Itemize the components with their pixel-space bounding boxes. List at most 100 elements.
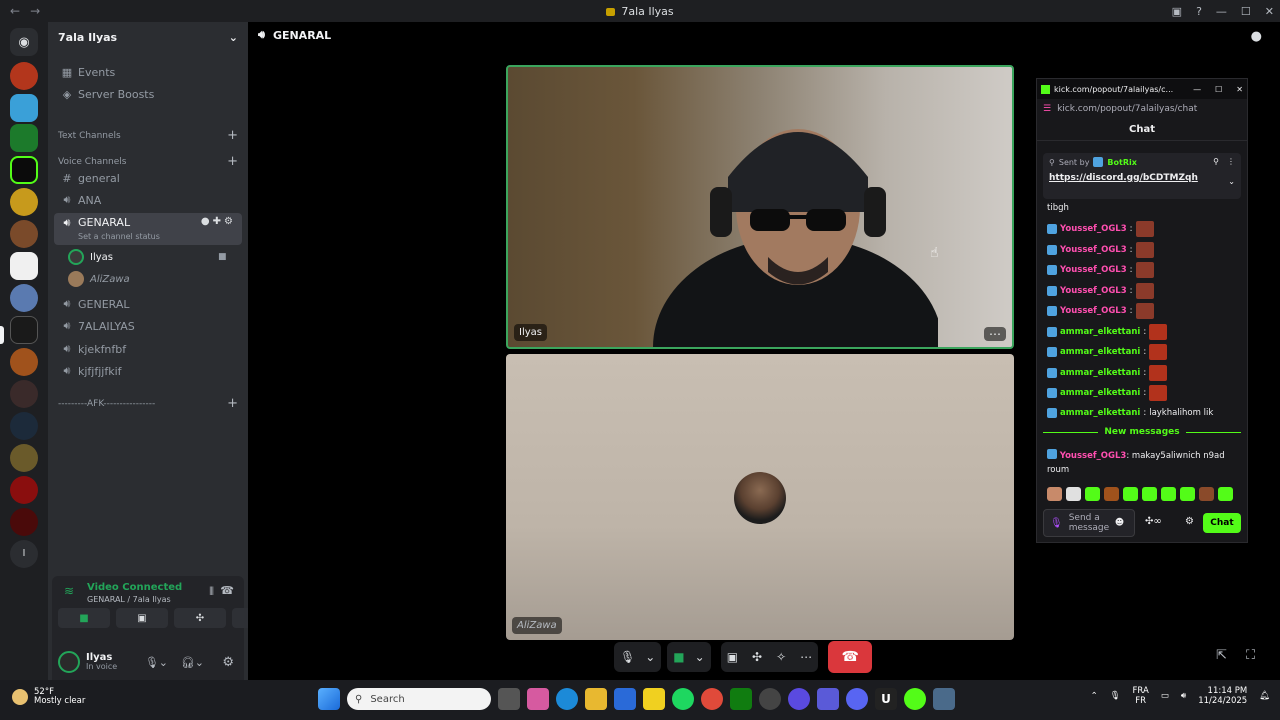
store-icon[interactable]: [614, 688, 636, 710]
copilot-icon[interactable]: [527, 688, 549, 710]
taskbar-search[interactable]: ⚲ Search: [347, 688, 491, 710]
emote-icon[interactable]: [1123, 487, 1138, 501]
chat-message[interactable]: Youssef_OGL3:: [1047, 221, 1154, 237]
events-item[interactable]: ▦ Events: [54, 62, 242, 82]
chat-icon[interactable]: ●: [201, 216, 213, 227]
server-icon[interactable]: [10, 508, 38, 536]
kick-server-icon[interactable]: [10, 156, 38, 184]
chat-message[interactable]: Youssef_OGL3:: [1047, 303, 1154, 319]
headphones-icon[interactable]: 🎧︎⌄: [181, 656, 204, 669]
chat-message[interactable]: Youssef_OGL3: makay5aliwnich n9ad roum: [1047, 449, 1237, 477]
chat-username[interactable]: ammar_elkettani: [1060, 347, 1140, 357]
microphone-icon[interactable]: 🎙︎: [1050, 518, 1063, 529]
emoji-icon[interactable]: ☻: [1115, 518, 1124, 528]
chat-username[interactable]: ammar_elkettani: [1060, 327, 1140, 337]
user-info[interactable]: Ilyas In voice: [86, 652, 117, 672]
invite-icon[interactable]: ✚: [213, 216, 224, 227]
chat-message[interactable]: ammar_elkettani: laykhalihom lik: [1047, 408, 1213, 418]
more-icon[interactable]: ⋯: [800, 650, 812, 664]
chat-username[interactable]: Youssef_OGL3: [1060, 224, 1127, 234]
minimize-icon[interactable]: —: [1193, 85, 1201, 94]
user-avatar[interactable]: [58, 651, 80, 673]
text-channels-category[interactable]: Text Channels +: [58, 128, 238, 143]
gear-icon[interactable]: ⚙: [224, 216, 236, 227]
minimize-icon[interactable]: —: [1216, 5, 1227, 18]
server-icon[interactable]: [10, 220, 38, 248]
weather-widget[interactable]: 52°F Mostly clear: [12, 687, 85, 707]
add-channel-icon[interactable]: +: [227, 396, 238, 411]
chat-message[interactable]: ammar_elkettani:: [1047, 365, 1168, 381]
activities-button[interactable]: ✣: [174, 608, 226, 628]
emote-icon[interactable]: [1161, 487, 1176, 501]
language-indicator[interactable]: FRA FR: [1133, 686, 1149, 706]
server-icon[interactable]: [10, 444, 38, 472]
chat-username[interactable]: Youssef_OGL3: [1060, 286, 1127, 296]
chevron-down-icon[interactable]: ⌄: [645, 650, 655, 664]
disconnect-icon[interactable]: ☎: [220, 584, 234, 597]
task-view-icon[interactable]: [498, 688, 520, 710]
kick-url-bar[interactable]: ☰ kick.com/popout/7alailyas/chat: [1037, 99, 1247, 119]
video-tile-ilyas[interactable]: Ilyas ⋯: [506, 65, 1014, 349]
chat-username[interactable]: ammar_elkettani: [1060, 408, 1140, 418]
channel-kjekfnfbf[interactable]: 🔊︎ kjekfnfbf: [54, 339, 242, 359]
soundboard-icon[interactable]: ✧: [776, 650, 786, 664]
spotify-icon[interactable]: [672, 688, 694, 710]
server-icon[interactable]: [10, 62, 38, 90]
chat-settings-gear-icon[interactable]: ⚙: [1185, 516, 1194, 527]
network-icon[interactable]: ▭: [1161, 691, 1169, 701]
microphone-icon[interactable]: 🎙︎: [620, 650, 635, 664]
forward-icon[interactable]: →: [30, 4, 40, 18]
camera-icon[interactable]: ■: [673, 650, 684, 664]
add-channel-icon[interactable]: +: [227, 128, 238, 143]
chat-message[interactable]: Youssef_OGL3:: [1047, 262, 1154, 278]
video-toggle-button[interactable]: ■: [58, 608, 110, 628]
server-icon-7ala-ilyas[interactable]: [10, 316, 38, 344]
guild-header[interactable]: 7ala Ilyas ⌄: [48, 22, 248, 52]
server-icon[interactable]: [10, 188, 38, 216]
emote-icon[interactable]: [1199, 487, 1214, 501]
settings-app-icon[interactable]: [933, 688, 955, 710]
chat-message[interactable]: ammar_elkettani:: [1047, 324, 1168, 340]
xbox-icon[interactable]: [730, 688, 752, 710]
mic-control[interactable]: 🎙︎ ⌄: [614, 642, 662, 672]
channel-7alailyas[interactable]: 🔊︎ 7ALAILYAS: [54, 316, 242, 336]
discord-icon[interactable]: [846, 688, 868, 710]
chrome-icon[interactable]: [701, 688, 723, 710]
sticky-notes-icon[interactable]: [643, 688, 665, 710]
emote-icon[interactable]: [1104, 487, 1119, 501]
file-explorer-icon[interactable]: [585, 688, 607, 710]
discord-home-icon[interactable]: ◉: [10, 28, 38, 56]
emote-icon[interactable]: [1047, 487, 1062, 501]
teams-icon[interactable]: [817, 688, 839, 710]
screen-share-button[interactable]: ▣: [116, 608, 168, 628]
channel-genaral-active[interactable]: 🔊︎ GENARAL ●✚⚙ Set a channel status: [54, 213, 242, 245]
server-icon[interactable]: [10, 412, 38, 440]
channel-kjfjfjjfkif[interactable]: 🔊︎ kjfjfjjfkif: [54, 361, 242, 381]
server-icon[interactable]: [10, 380, 38, 408]
back-icon[interactable]: ←: [10, 4, 20, 18]
noise-suppression-icon[interactable]: ⦀: [209, 585, 214, 599]
activities-icon[interactable]: ✣: [752, 650, 762, 664]
afk-category[interactable]: ---------AFK---------------- +: [58, 396, 238, 411]
microphone-icon[interactable]: 🎙︎⌄: [145, 656, 168, 669]
clock[interactable]: 11:14 PM 11/24/2025: [1198, 686, 1247, 706]
screen-share-icon[interactable]: ▣: [727, 650, 738, 664]
chat-message[interactable]: Youssef_OGL3:: [1047, 283, 1154, 299]
start-windows-icon[interactable]: [318, 688, 340, 710]
chat-message[interactable]: Youssef_OGL3:: [1047, 242, 1154, 258]
camera-control[interactable]: ■ ⌄: [667, 642, 711, 672]
maximize-icon[interactable]: ☐: [1215, 85, 1222, 94]
emote-icon[interactable]: [1066, 487, 1081, 501]
send-chat-button[interactable]: Chat: [1203, 513, 1241, 533]
server-icon[interactable]: [10, 252, 38, 280]
close-icon[interactable]: ✕: [1265, 5, 1274, 18]
volume-icon[interactable]: 🔊︎: [1181, 691, 1186, 701]
site-info-icon[interactable]: ☰: [1043, 104, 1051, 114]
channel-general-voice[interactable]: 🔊︎ GENERAL: [54, 294, 242, 314]
chat-username[interactable]: Youssef_OGL3: [1060, 306, 1127, 316]
kick-app-icon[interactable]: [904, 688, 926, 710]
extension-icon[interactable]: ✣∞: [1145, 516, 1162, 527]
unpin-icon[interactable]: ⚲: [1213, 157, 1219, 166]
chat-username[interactable]: Youssef_OGL3: [1060, 265, 1127, 275]
server-folder-icon[interactable]: I: [10, 540, 38, 568]
